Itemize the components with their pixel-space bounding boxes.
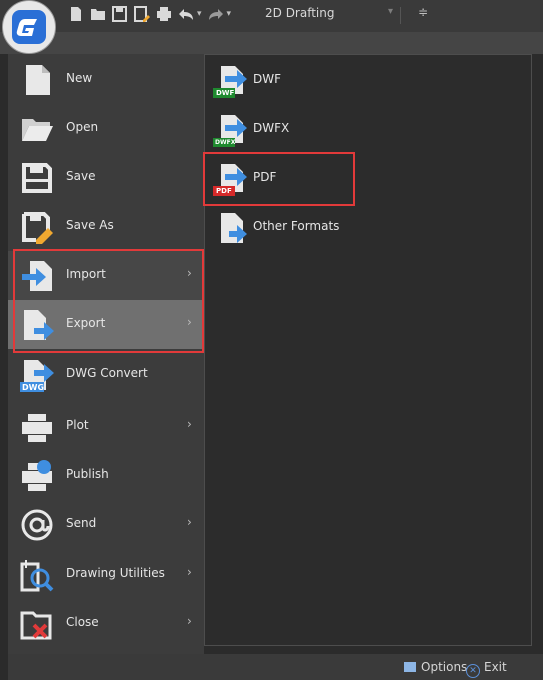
exit-label: Exit	[484, 660, 507, 674]
import-icon	[20, 259, 54, 293]
save-icon	[20, 161, 54, 195]
submenu-item-label: DWF	[253, 72, 282, 86]
menu-item-label: Plot	[66, 418, 89, 432]
menu-item-label: Import	[66, 267, 106, 281]
menu-item-drawing-utilities[interactable]: Drawing Utilities ›	[8, 550, 204, 599]
ribbon-strip	[0, 32, 543, 54]
menu-item-import[interactable]: Import ›	[8, 251, 204, 300]
submenu-item-label: Other Formats	[253, 219, 340, 233]
workspace-selector[interactable]: 2D Drafting	[265, 6, 335, 20]
app-logo-button[interactable]	[2, 0, 56, 54]
chevron-right-icon: ›	[187, 315, 192, 329]
plot-icon	[20, 410, 54, 444]
redo-icon[interactable]	[208, 6, 224, 22]
open-icon[interactable]	[90, 6, 106, 22]
submenu-item-label: DWFX	[253, 121, 290, 135]
chevron-right-icon: ›	[187, 417, 192, 431]
svg-text:DWG: DWG	[22, 383, 44, 392]
dwg-convert-icon: DWG	[20, 358, 54, 392]
dwfx-icon: DWFX	[213, 113, 247, 147]
menu-item-save-as[interactable]: Save As	[8, 202, 204, 251]
menu-item-open[interactable]: Open	[8, 104, 204, 153]
pdf-tag: PDF	[216, 187, 232, 195]
menu-item-label: Drawing Utilities	[66, 566, 165, 580]
drawing-utilities-icon	[20, 558, 54, 592]
submenu-item-other-formats[interactable]: Other Formats	[205, 203, 531, 251]
menu-bottom-bar: Options ✕ Exit	[8, 654, 543, 680]
options-label: Options	[421, 660, 468, 674]
submenu-item-pdf[interactable]: PDF PDF	[205, 154, 531, 202]
dwf-icon: DWF	[213, 64, 247, 98]
save-as-icon	[20, 210, 54, 245]
chevron-right-icon: ›	[187, 515, 192, 529]
menu-item-label: New	[66, 71, 93, 85]
menu-item-dwg-convert[interactable]: DWG DWG Convert	[8, 350, 204, 399]
title-bar: ▾ ▾ 2D Drafting ▾ ≑	[0, 0, 543, 32]
export-icon	[20, 308, 54, 342]
menu-item-save[interactable]: Save	[8, 153, 204, 202]
options-icon	[404, 662, 416, 672]
exit-icon: ✕	[466, 664, 480, 678]
menu-item-publish[interactable]: Publish	[8, 451, 204, 500]
dwfx-tag: DWFX	[215, 139, 236, 146]
menu-item-send[interactable]: Send ›	[8, 500, 204, 549]
menu-item-label: Send	[66, 516, 97, 530]
workspace-dropdown-icon[interactable]: ▾	[388, 6, 393, 17]
new-icon[interactable]	[68, 6, 84, 22]
pdf-icon: PDF	[213, 162, 247, 196]
menu-item-label: DWG Convert	[66, 366, 148, 380]
menu-item-label: Publish	[66, 467, 109, 481]
other-formats-icon	[213, 211, 247, 245]
submenu-item-dwfx[interactable]: DWFX DWFX	[205, 105, 531, 153]
publish-icon	[20, 459, 54, 493]
dwf-tag: DWF	[216, 89, 235, 97]
undo-dropdown-icon[interactable]: ▾	[197, 9, 202, 19]
export-submenu-panel: DWF DWF DWFX DWFX PDF PDF Other Formats	[204, 54, 532, 646]
menu-item-label: Close	[66, 615, 99, 629]
quick-access-toolbar: ▾ ▾	[68, 6, 231, 22]
menu-item-close[interactable]: Close ›	[8, 599, 204, 648]
menu-item-label: Save	[66, 169, 96, 183]
plot-icon[interactable]	[156, 6, 172, 22]
chevron-right-icon: ›	[187, 565, 192, 579]
app-logo-icon	[12, 10, 46, 44]
menu-item-label: Save As	[66, 218, 114, 232]
close-icon	[20, 607, 54, 641]
menu-item-new[interactable]: New	[8, 55, 204, 104]
menu-item-export[interactable]: Export ›	[8, 300, 204, 349]
menu-item-label: Export	[66, 316, 106, 330]
chevron-right-icon: ›	[187, 266, 192, 280]
application-menu: New Open Save Save As Import › Export ›	[8, 54, 204, 654]
new-icon	[20, 63, 54, 97]
toolbar-divider	[400, 7, 401, 24]
redo-dropdown-icon[interactable]: ▾	[227, 9, 232, 19]
options-button[interactable]: Options	[404, 660, 467, 674]
exit-button[interactable]: ✕ Exit	[466, 660, 507, 678]
menu-item-plot[interactable]: Plot ›	[8, 402, 204, 451]
chevron-right-icon: ›	[187, 614, 192, 628]
customize-toolbar-icon[interactable]: ≑	[418, 5, 428, 19]
submenu-item-dwf[interactable]: DWF DWF	[205, 56, 531, 104]
undo-icon[interactable]	[178, 6, 194, 22]
open-folder-icon	[20, 112, 54, 146]
send-icon	[20, 508, 54, 542]
save-as-icon[interactable]	[134, 6, 150, 22]
save-icon[interactable]	[112, 6, 128, 22]
menu-item-label: Open	[66, 120, 99, 134]
submenu-item-label: PDF	[253, 170, 277, 184]
